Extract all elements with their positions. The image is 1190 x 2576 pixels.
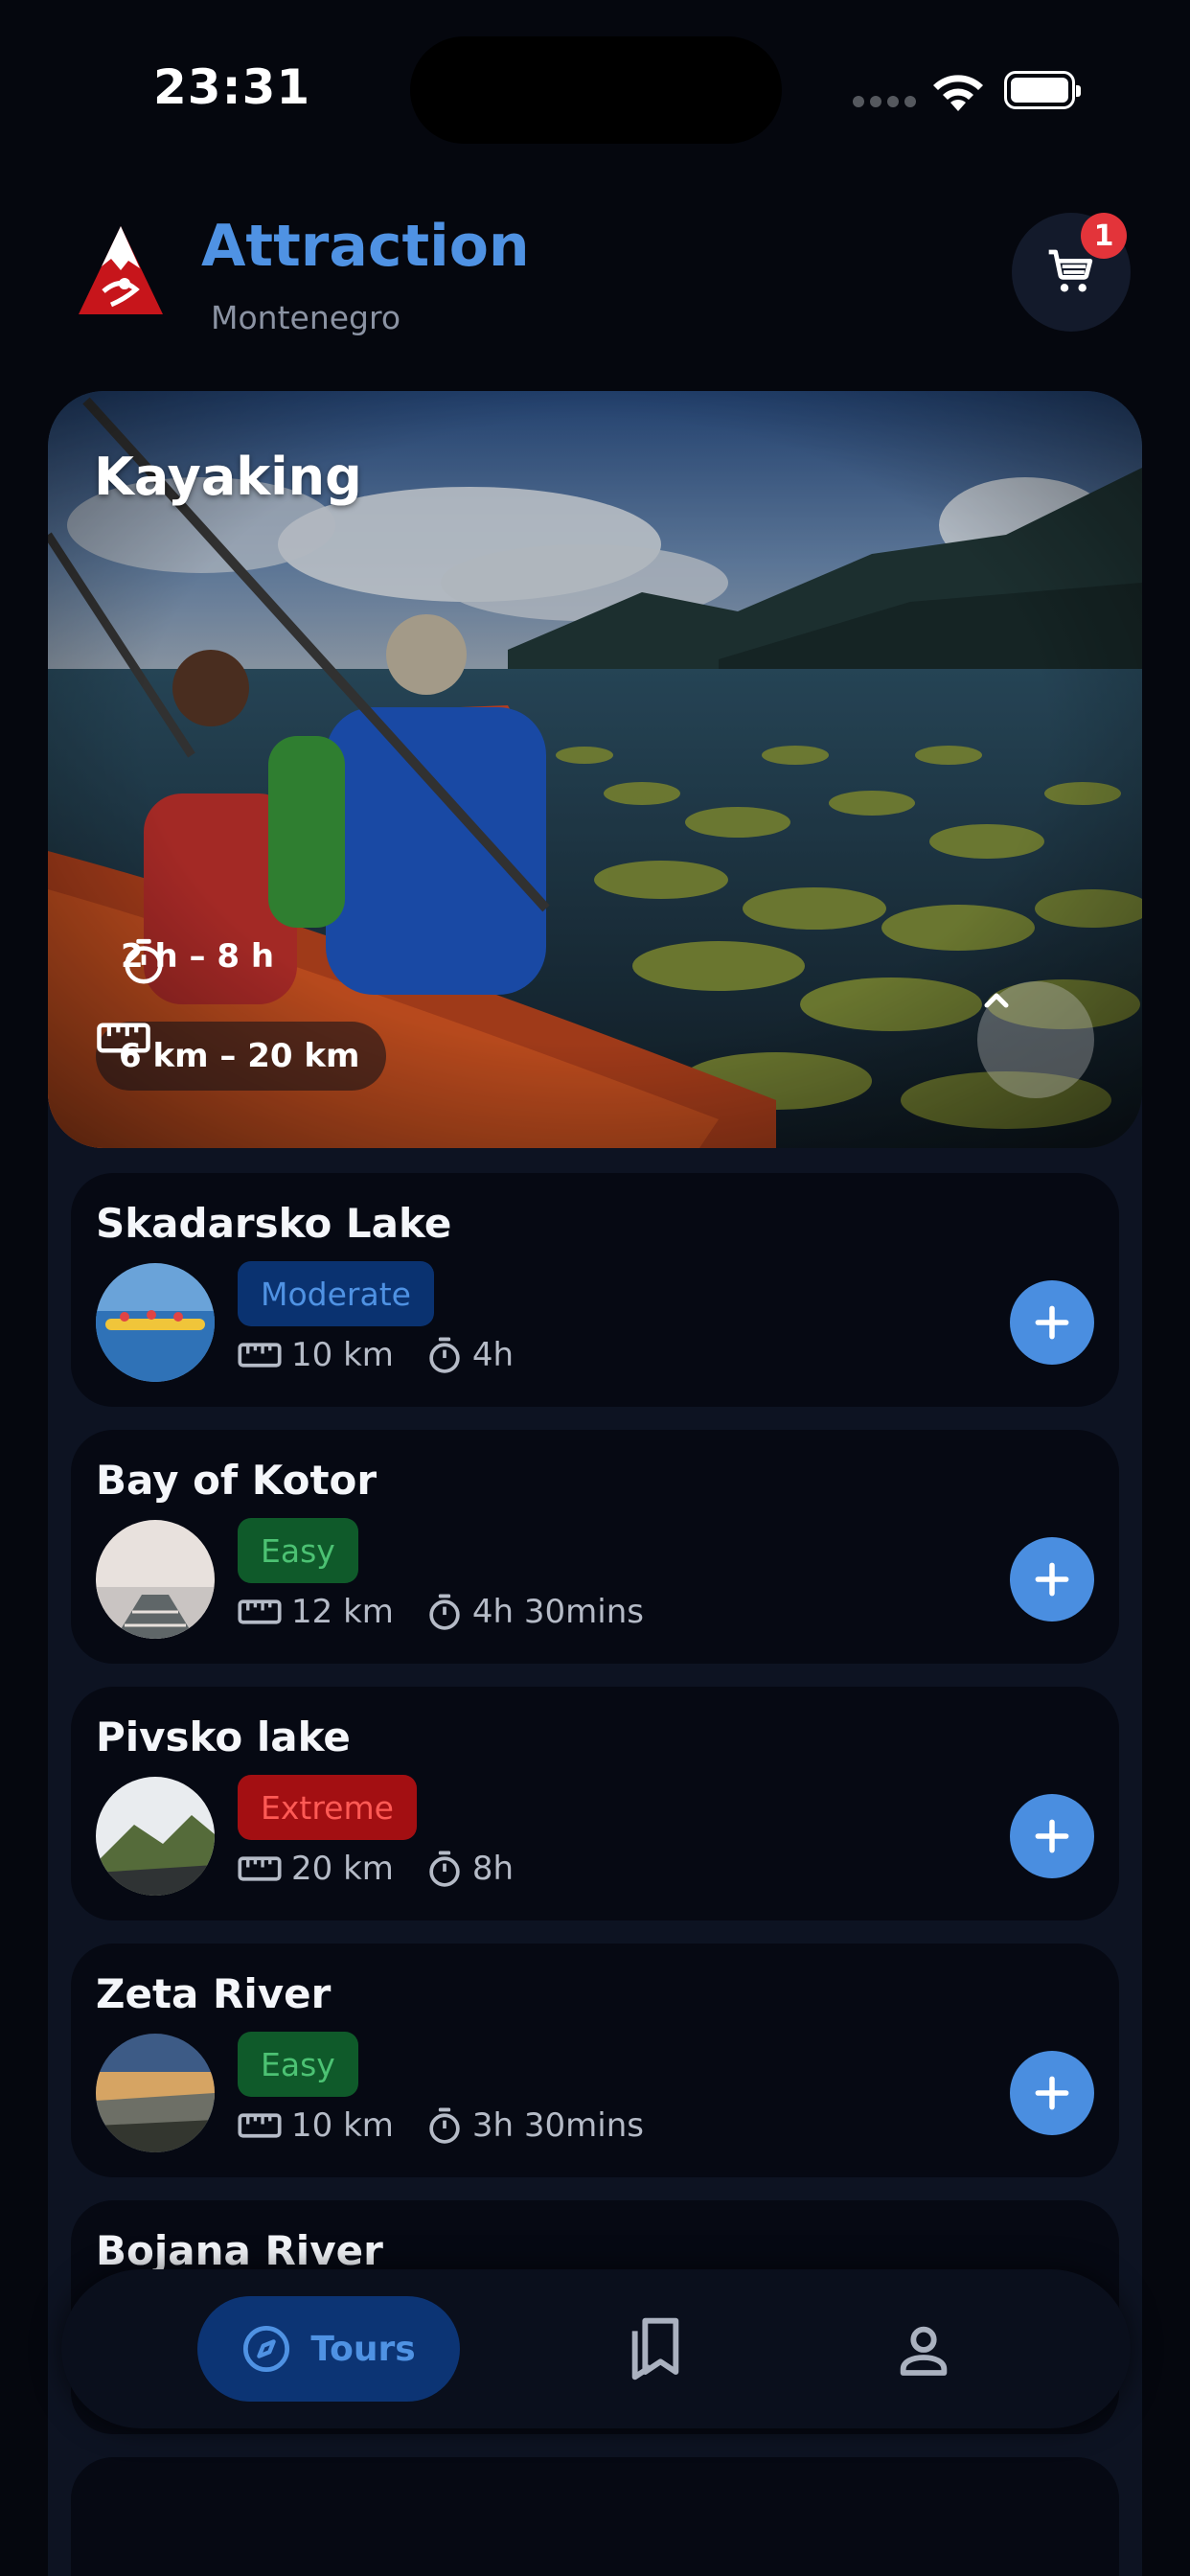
add-tour-button[interactable] — [1010, 1794, 1094, 1878]
hero-distance-text: 6 km – 20 km — [119, 1037, 360, 1075]
difficulty-badge: Easy — [238, 1518, 358, 1583]
tour-thumbnail — [96, 2034, 215, 2152]
ruler-icon — [238, 2113, 282, 2138]
tour-meta: 10 km 4h — [238, 1336, 514, 1374]
tour-name: Bay of Kotor — [96, 1457, 378, 1504]
tour-thumbnail — [96, 1777, 215, 1896]
ruler-icon — [238, 1343, 282, 1368]
nav-tours-label: Tours — [310, 2329, 416, 2369]
difficulty-badge: Extreme — [238, 1775, 417, 1840]
status-time: 23:31 — [153, 59, 311, 115]
dynamic-island — [410, 36, 782, 144]
timer-icon — [429, 1594, 460, 1630]
tour-thumbnail — [96, 1520, 215, 1639]
bookmarks-icon[interactable] — [625, 2315, 686, 2382]
tour-duration: 3h 30mins — [471, 2106, 644, 2145]
tour-duration: 8h — [471, 1850, 515, 1888]
tour-distance: 10 km — [291, 1336, 394, 1374]
hero-title: Kayaking — [94, 447, 362, 507]
tour-distance: 20 km — [291, 1850, 394, 1888]
compass-icon — [243, 2325, 290, 2373]
tour-card[interactable] — [71, 2457, 1119, 2576]
ruler-icon — [238, 1599, 282, 1624]
app-subtitle: Montenegro — [211, 299, 401, 336]
content-panel: Kayaking 2 h – 8 h 6 km – 20 km Skadarsk… — [48, 391, 1142, 2576]
difficulty-badge: Easy — [238, 2032, 358, 2097]
add-tour-button[interactable] — [1010, 1280, 1094, 1365]
app-title: Attraction — [201, 213, 530, 280]
tour-meta: 10 km 3h 30mins — [238, 2106, 644, 2145]
tour-name: Skadarsko Lake — [96, 1200, 452, 1247]
tour-name: Bojana River — [96, 2227, 383, 2274]
bottom-navigation: Tours — [61, 2269, 1131, 2428]
activity-hero-card[interactable]: Kayaking 2 h – 8 h 6 km – 20 km — [48, 391, 1142, 1148]
hero-duration: 2 h – 8 h — [121, 937, 274, 984]
wifi-icon — [933, 75, 983, 111]
hero-distance: 6 km – 20 km — [96, 1022, 387, 1091]
tour-card[interactable]: Skadarsko Lake Moderate 10 km 4h — [71, 1173, 1119, 1407]
plus-icon — [1035, 1819, 1069, 1853]
tour-name: Zeta River — [96, 1970, 332, 2017]
cellular-signal-icon — [853, 96, 916, 107]
ruler-icon — [238, 1856, 282, 1881]
plus-icon — [1035, 1562, 1069, 1597]
ruler-icon — [97, 1023, 150, 1053]
collapse-button[interactable] — [977, 981, 1094, 1098]
plus-icon — [1035, 1305, 1069, 1340]
difficulty-badge: Moderate — [238, 1261, 434, 1326]
nav-tours-tab[interactable]: Tours — [197, 2296, 460, 2402]
tour-card[interactable]: Zeta River Easy 10 km 3h 30mins — [71, 1944, 1119, 2177]
battery-icon — [1004, 71, 1081, 109]
tour-distance: 12 km — [291, 1593, 394, 1631]
tour-distance: 10 km — [291, 2106, 394, 2145]
tour-card[interactable]: Pivsko lake Extreme 20 km 8h — [71, 1687, 1119, 1920]
timer-icon — [429, 1851, 460, 1887]
mountain-logo-icon — [79, 226, 163, 314]
timer-icon — [429, 1337, 460, 1373]
plus-icon — [1035, 2076, 1069, 2110]
profile-icon[interactable] — [893, 2319, 954, 2380]
tour-name: Pivsko lake — [96, 1714, 351, 1760]
tour-duration: 4h 30mins — [471, 1593, 644, 1631]
add-tour-button[interactable] — [1010, 1537, 1094, 1622]
timer-icon — [429, 2107, 460, 2144]
tour-duration: 4h — [471, 1336, 515, 1374]
add-tour-button[interactable] — [1010, 2051, 1094, 2135]
chevron-up-icon — [984, 993, 1009, 1008]
timer-icon — [125, 938, 163, 984]
tour-meta: 12 km 4h 30mins — [238, 1593, 644, 1631]
cart-count-badge: 1 — [1081, 213, 1127, 259]
tour-thumbnail — [96, 1263, 215, 1382]
tour-meta: 20 km 8h — [238, 1850, 514, 1888]
tour-card[interactable]: Bay of Kotor Easy 12 km 4h 30mins — [71, 1430, 1119, 1664]
